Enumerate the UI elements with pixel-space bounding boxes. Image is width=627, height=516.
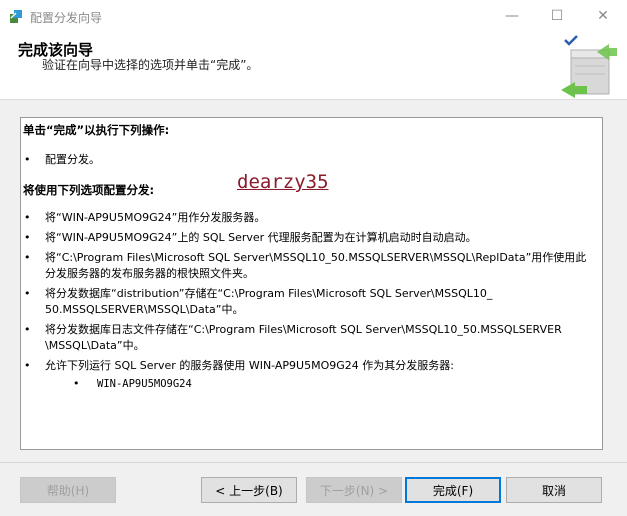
actions-heading: 单击“完成”以执行下列操作:: [23, 123, 170, 137]
server-wizard-icon: [561, 35, 617, 98]
maximize-button[interactable]: ☐: [534, 0, 580, 32]
page-subtitle: 验证在向导中选择的选项并单击“完成”。: [42, 58, 259, 72]
list-item: • 将分发数据库日志文件存储在“C:\Program Files\Microso…: [24, 323, 562, 352]
summary-panel[interactable]: 单击“完成”以执行下列操作: • 配置分发。 将使用下列选项配置分发: • 将“…: [20, 117, 603, 450]
wizard-app-icon: [10, 10, 22, 23]
next-button[interactable]: 下一步(N) >: [306, 477, 402, 503]
list-item: • 将“C:\Program Files\Microsoft SQL Serve…: [24, 251, 587, 280]
list-item: • 配置分发。: [24, 153, 100, 166]
wizard-header: 完成该向导 验证在向导中选择的选项并单击“完成”。: [0, 32, 627, 100]
cancel-button[interactable]: 取消: [506, 477, 602, 503]
title-bar: 配置分发向导 — ☐ ✕: [0, 0, 627, 32]
watermark-text: dearzy35: [237, 171, 329, 193]
server-list-item: • WIN-AP9U5MO9G24: [73, 377, 192, 390]
minimize-button[interactable]: —: [489, 0, 535, 32]
list-item: • 将分发数据库“distribution”存储在“C:\Program Fil…: [24, 287, 493, 316]
finish-button[interactable]: 完成(F): [405, 477, 501, 503]
window-title: 配置分发向导: [30, 11, 103, 25]
back-button[interactable]: < 上一步(B): [201, 477, 297, 503]
list-item: • 允许下列运行 SQL Server 的服务器使用 WIN-AP9U5MO9G…: [24, 359, 454, 372]
bullet: •: [24, 153, 31, 166]
list-item: • 将“WIN-AP9U5MO9G24”用作分发服务器。: [24, 211, 266, 224]
help-button[interactable]: 帮助(H): [20, 477, 116, 503]
list-item: • 将“WIN-AP9U5MO9G24”上的 SQL Server 代理服务配置…: [24, 231, 477, 244]
footer-divider: [0, 462, 627, 463]
close-button[interactable]: ✕: [580, 0, 626, 32]
